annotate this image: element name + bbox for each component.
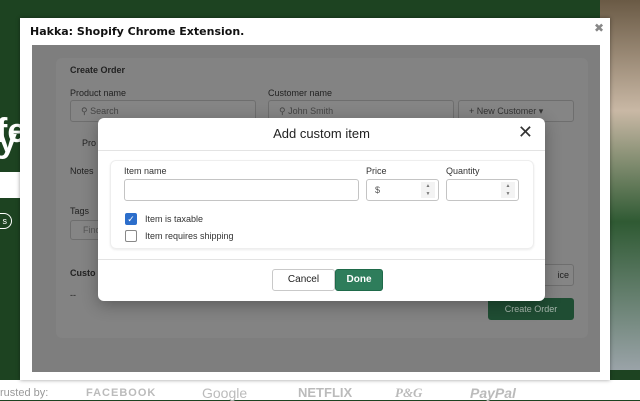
hero-input	[0, 172, 20, 198]
divider	[98, 259, 545, 260]
new-customer-label: + New Customer	[469, 106, 537, 116]
logo-netflix: NETFLIX	[298, 385, 353, 400]
card-title: Create Order	[70, 65, 126, 75]
notes-label: Notes	[70, 166, 94, 176]
quantity-label: Quantity	[446, 166, 480, 176]
modal-title: Add custom item	[273, 126, 370, 141]
logo-paypal: PayPal	[470, 385, 516, 401]
taxable-checkbox[interactable]: ✓	[125, 213, 137, 225]
customer-section-title: Custo	[70, 268, 96, 278]
logo-pg: P&G	[395, 385, 423, 400]
shipping-checkbox[interactable]	[125, 230, 137, 242]
shipping-label: Item requires shipping	[145, 231, 234, 241]
customer-value: John Smith	[288, 106, 334, 116]
price-prefix: $	[375, 185, 381, 195]
divider	[98, 150, 545, 151]
window-close-icon[interactable]: ✖	[594, 21, 604, 35]
item-name-label: Item name	[124, 166, 167, 176]
add-custom-item-modal: Add custom item ✕ Item name Price $ ▲ ▼ Qu…	[98, 118, 545, 301]
logo-facebook: FACEBOOK	[86, 387, 157, 399]
cancel-button[interactable]: Cancel	[272, 269, 335, 291]
search-icon: ⚲	[279, 106, 286, 116]
quantity-stepper[interactable]: ▲ ▼	[501, 182, 515, 198]
item-form: Item name Price $ ▲ ▼ Quantity ▲ ▼ ✓ Item i…	[110, 160, 534, 249]
window-title: Hakka: Shopify Chrome Extension.	[30, 25, 245, 38]
create-order-button[interactable]: Create Order	[488, 298, 574, 320]
hero-pill: s	[0, 213, 12, 229]
price-stepper[interactable]: ▲ ▼	[421, 182, 435, 198]
hero-text-2: y	[0, 122, 17, 160]
logo-google: Google	[202, 385, 248, 401]
product-label: Product name	[70, 88, 127, 98]
taxable-label: Item is taxable	[145, 214, 204, 224]
item-name-input[interactable]	[124, 179, 359, 201]
customer-label: Customer name	[268, 88, 333, 98]
price-label: Price	[366, 166, 387, 176]
products-tab[interactable]: Pro	[82, 138, 96, 148]
product-placeholder: Search	[90, 106, 119, 116]
trusted-label: rusted by:	[0, 387, 49, 399]
close-icon[interactable]: ✕	[518, 122, 533, 143]
tags-label: Tags	[70, 206, 90, 216]
search-icon: ⚲	[81, 106, 88, 116]
price-input[interactable]: $ ▲ ▼	[366, 179, 439, 201]
dash-1: --	[70, 290, 76, 300]
quantity-input[interactable]: ▲ ▼	[446, 179, 519, 201]
done-button[interactable]: Done	[335, 269, 383, 291]
